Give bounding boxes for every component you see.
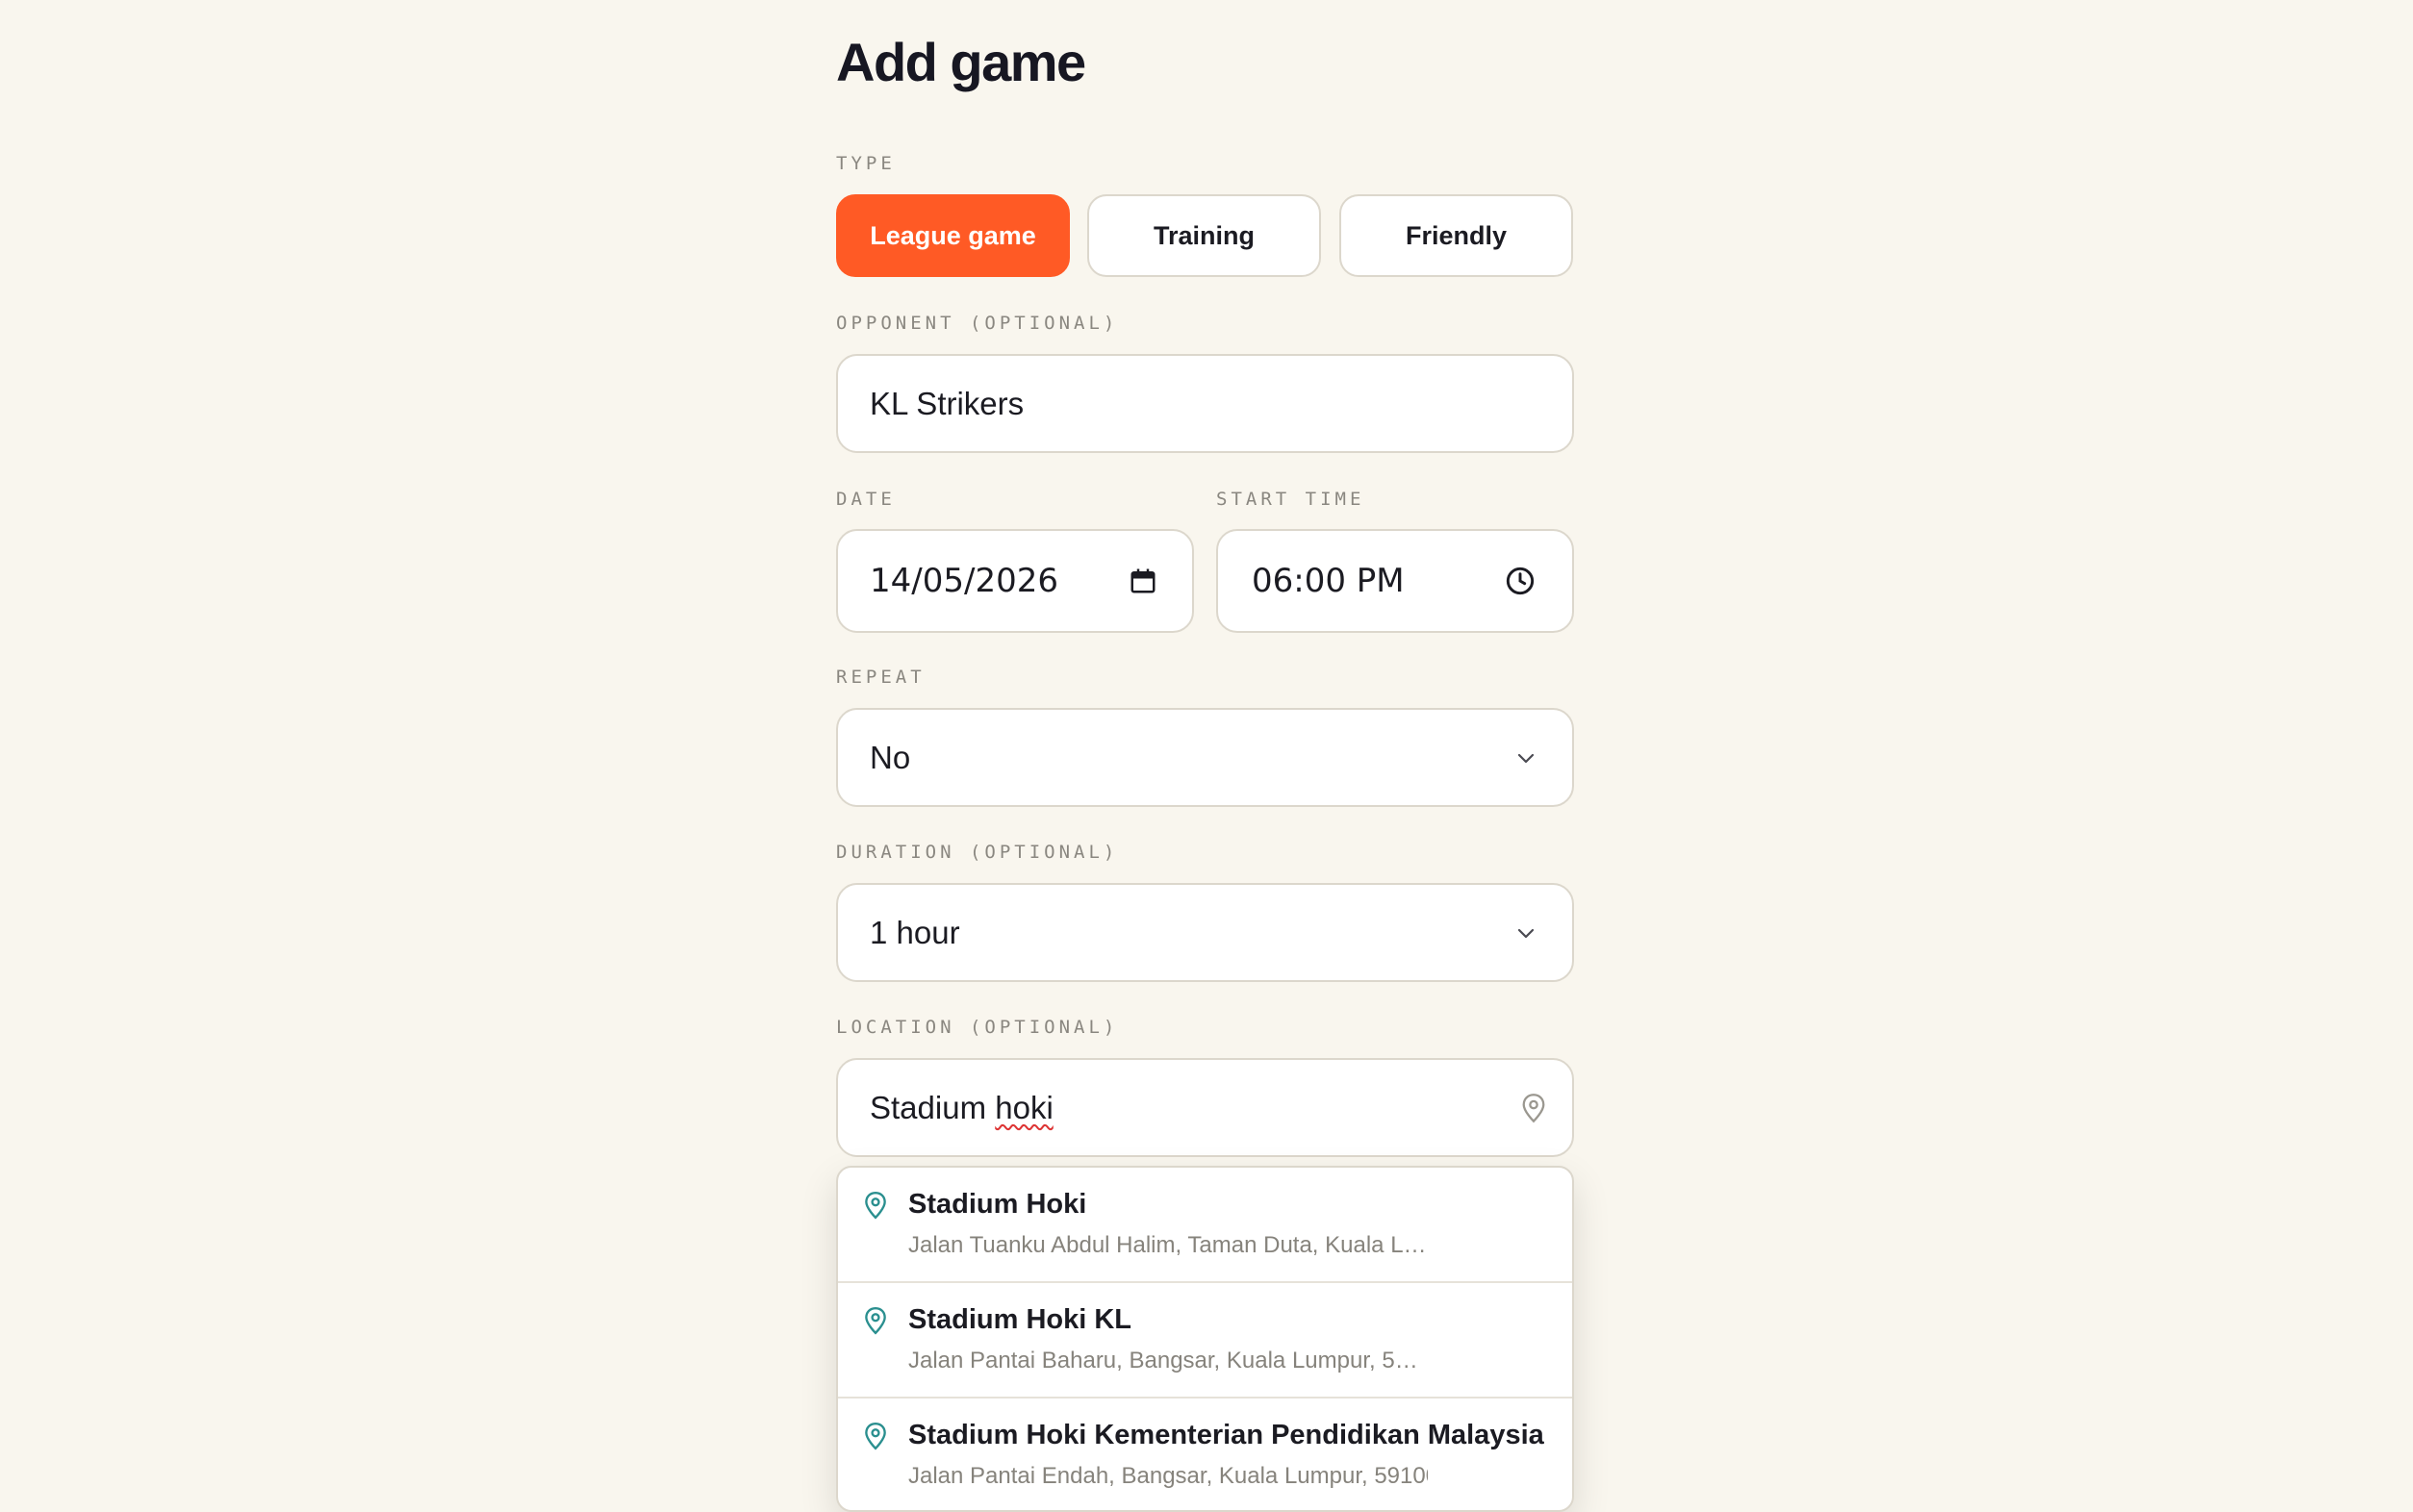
duration-value: 1 hour — [870, 914, 960, 950]
map-pin-icon — [863, 1306, 888, 1340]
suggestion-address: Jalan Pantai Baharu, Bangsar, Kuala Lump… — [908, 1348, 1428, 1373]
date-value: 14/05/2026 — [870, 562, 1058, 600]
location-suggestion[interactable]: Stadium Hoki KL Jalan Pantai Baharu, Ban… — [838, 1283, 1572, 1399]
location-value: Stadium hoki — [870, 1060, 1054, 1155]
opponent-value: KL Strikers — [870, 385, 1025, 421]
calendar-icon[interactable] — [1129, 567, 1157, 595]
repeat-value: No — [870, 739, 911, 775]
type-option-training[interactable]: Training — [1087, 194, 1321, 277]
repeat-label: REPEAT — [836, 667, 926, 688]
suggestion-name: Stadium Hoki Kementerian Pendidikan Mala… — [908, 1420, 1544, 1450]
map-pin-icon — [863, 1191, 888, 1224]
duration-select[interactable]: 1 hour — [836, 883, 1574, 982]
location-suggestion[interactable]: Stadium Hoki Kementerian Pendidikan Mala… — [838, 1399, 1572, 1510]
suggestion-name: Stadium Hoki KL — [908, 1304, 1132, 1335]
start-time-label: START TIME — [1216, 489, 1365, 510]
duration-label: DURATION (OPTIONAL) — [836, 842, 1119, 863]
suggestion-name: Stadium Hoki — [908, 1189, 1087, 1220]
opponent-input[interactable]: KL Strikers — [836, 354, 1574, 453]
type-option-league-game[interactable]: League game — [836, 194, 1070, 277]
map-pin-icon — [1520, 1093, 1547, 1123]
location-value-misspelled: hoki — [995, 1089, 1054, 1125]
location-suggestions: Stadium Hoki Jalan Tuanku Abdul Halim, T… — [836, 1166, 1574, 1512]
repeat-select[interactable]: No — [836, 708, 1574, 807]
start-time-value: 06:00 PM — [1252, 562, 1405, 600]
page-title: Add game — [836, 32, 1086, 92]
chevron-down-icon — [1514, 921, 1537, 945]
date-input[interactable]: 14/05/2026 — [836, 529, 1194, 633]
date-label: DATE — [836, 489, 896, 510]
type-option-friendly[interactable]: Friendly — [1339, 194, 1573, 277]
chevron-down-icon — [1514, 746, 1537, 769]
clock-icon[interactable] — [1505, 566, 1536, 596]
location-input[interactable]: Stadium hoki — [836, 1058, 1574, 1157]
type-label: TYPE — [836, 153, 896, 174]
location-value-prefix: Stadium — [870, 1089, 996, 1125]
type-selector: League game Training Friendly — [836, 194, 1574, 279]
suggestion-address: Jalan Tuanku Abdul Halim, Taman Duta, Ku… — [908, 1232, 1428, 1258]
suggestion-address: Jalan Pantai Endah, Bangsar, Kuala Lumpu… — [908, 1463, 1428, 1489]
opponent-label: OPPONENT (OPTIONAL) — [836, 313, 1119, 334]
map-pin-icon — [863, 1422, 888, 1455]
location-suggestion[interactable]: Stadium Hoki Jalan Tuanku Abdul Halim, T… — [838, 1168, 1572, 1283]
location-label: LOCATION (OPTIONAL) — [836, 1017, 1119, 1038]
start-time-input[interactable]: 06:00 PM — [1216, 529, 1574, 633]
